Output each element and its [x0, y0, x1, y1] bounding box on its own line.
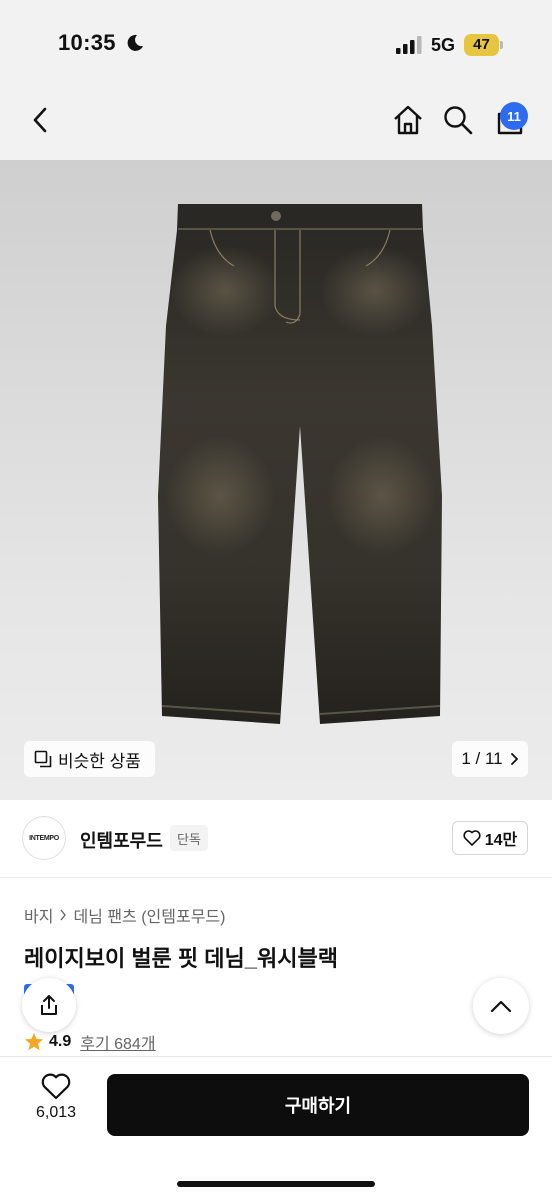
heart-icon: [41, 1073, 71, 1100]
breadcrumb: 바지 데님 팬츠 (인템포무드): [24, 903, 225, 927]
brand-logo[interactable]: INTEMPO: [22, 816, 66, 860]
back-button[interactable]: [22, 102, 58, 138]
home-indicator: [177, 1181, 375, 1187]
page-indicator: 1 / 11: [461, 749, 503, 768]
top-nav: [0, 80, 552, 160]
battery-level: 47: [473, 36, 490, 53]
wishlist-count: 6,013: [35, 1104, 77, 1121]
status-bar: 10:35 5G 47: [0, 0, 552, 80]
chevron-up-icon: [490, 1000, 512, 1013]
moon-icon: [127, 34, 143, 51]
chevron-right-icon: [510, 753, 518, 765]
home-icon: [394, 105, 422, 135]
review-link[interactable]: 후기 684개: [80, 1030, 155, 1054]
heart-icon: [463, 830, 481, 846]
brand-name[interactable]: 인템포무드: [80, 827, 163, 853]
bottom-action-bar: 6,013 구매하기: [0, 1056, 552, 1200]
chevron-right-icon: [60, 909, 67, 921]
brand-like-button[interactable]: 14만: [452, 821, 528, 855]
product-image-gallery[interactable]: 비슷한 상품 1 / 11: [0, 160, 552, 800]
similar-products-button[interactable]: 비슷한 상품: [24, 741, 155, 777]
battery-icon: 47: [464, 34, 504, 56]
wishlist-button[interactable]: 6,013: [22, 1073, 90, 1133]
buy-button[interactable]: 구매하기: [107, 1074, 529, 1136]
share-button[interactable]: [22, 978, 76, 1032]
similar-icon: [34, 750, 52, 768]
rating-value: 4.9: [49, 1033, 72, 1050]
product-title: 레이지보이 벌룬 핏 데님_워시블랙: [24, 946, 338, 971]
similar-products-label: 비슷한 상품: [58, 751, 141, 771]
status-time: 10:35: [58, 30, 116, 55]
image-pager[interactable]: 1 / 11: [452, 741, 528, 777]
search-button[interactable]: [440, 102, 476, 138]
exclusive-tag: 단독: [170, 825, 208, 851]
star-icon: [25, 1033, 43, 1051]
brand-row[interactable]: INTEMPO 인템포무드 단독 14만: [0, 800, 552, 878]
breadcrumb-category[interactable]: 바지: [24, 903, 53, 927]
network-type: 5G: [431, 35, 456, 55]
rating-row: 4.9 후기 684개: [24, 1030, 156, 1054]
brand-like-count: 14만: [484, 832, 518, 849]
cart-badge: 11: [500, 102, 528, 130]
home-button[interactable]: [390, 102, 426, 138]
scroll-top-button[interactable]: [473, 978, 529, 1034]
search-icon: [444, 106, 473, 135]
brand-logo-text: INTEMPO: [29, 834, 59, 842]
breadcrumb-subcategory[interactable]: 데님 팬츠 (인템포무드): [73, 903, 225, 927]
share-icon: [41, 995, 57, 1015]
signal-icon: [396, 36, 422, 54]
product-image: [158, 204, 442, 724]
chevron-left-icon: [33, 107, 47, 133]
